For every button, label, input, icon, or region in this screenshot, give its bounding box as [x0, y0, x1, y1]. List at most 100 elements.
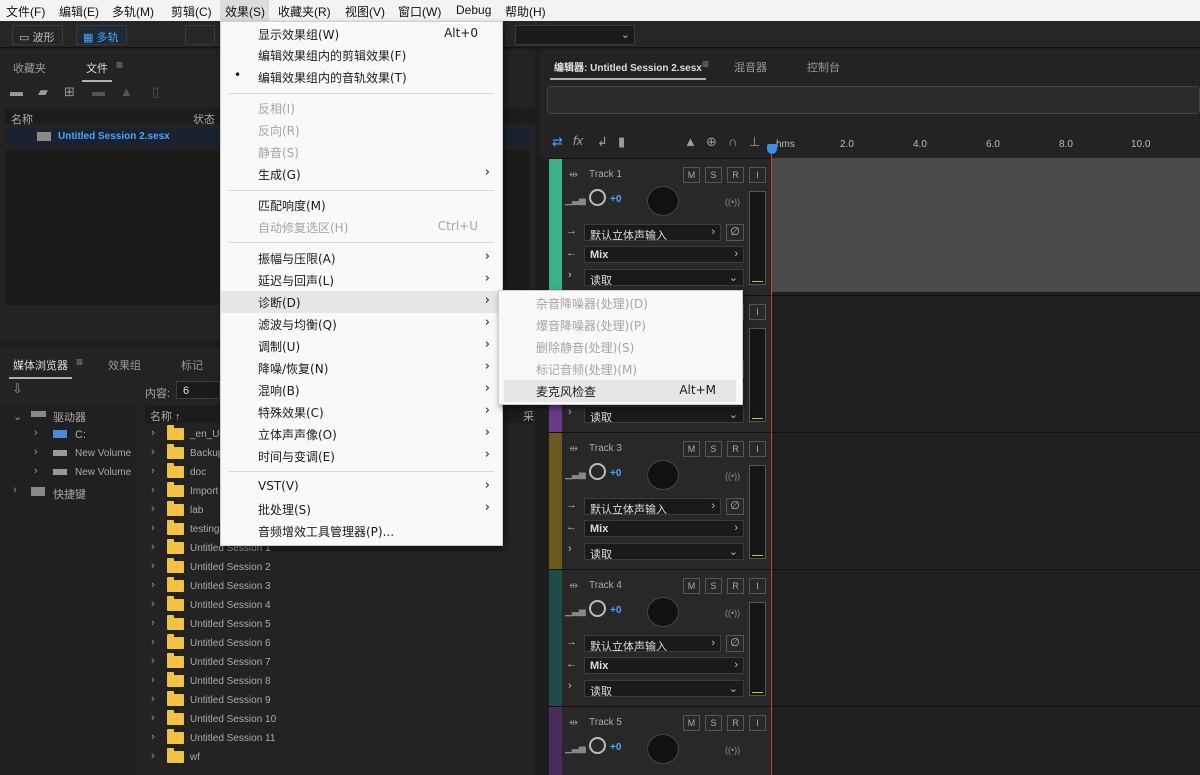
chevron-right-icon[interactable]: ›	[568, 269, 572, 281]
list-item[interactable]: › Untitled Session 9	[145, 691, 533, 710]
list-item[interactable]: › Untitled Session 5	[145, 615, 533, 634]
chevron-right-icon[interactable]: ›	[151, 541, 155, 553]
menu-help[interactable]: 帮助(H)	[505, 3, 546, 20]
drive-c[interactable]: C:	[75, 429, 86, 441]
menu-window[interactable]: 窗口(W)	[398, 3, 441, 20]
volume-knob[interactable]	[589, 600, 606, 617]
open-folder-icon[interactable]: ▬	[10, 84, 23, 99]
track-header[interactable]: ⇹ Track 5 M S R I ▁▃▅ +0 ((•))	[549, 706, 771, 775]
track-m-button[interactable]: M	[683, 578, 700, 594]
playhead-handle[interactable]	[767, 144, 777, 154]
chevron-right-icon[interactable]: ›	[151, 503, 155, 515]
tab-markers[interactable]: 标记	[181, 357, 203, 373]
shortcuts-label[interactable]: 快捷键	[53, 486, 86, 502]
track-i-button[interactable]: I	[749, 578, 766, 594]
effects-menu-item[interactable]: 调制(U) ›	[221, 335, 502, 357]
menu-clip[interactable]: 剪辑(C)	[171, 3, 212, 20]
effects-menu-item[interactable]: 降噪/恢复(N) ›	[221, 357, 502, 379]
tab-files[interactable]: 文件	[82, 60, 112, 82]
chevron-right-icon[interactable]: ›	[151, 579, 155, 591]
effects-menu-item[interactable]: VST(V) ›	[221, 476, 502, 498]
track-name[interactable]: Track 1	[589, 169, 622, 180]
output-select[interactable]: Mix›	[584, 246, 744, 263]
record-arm-icon[interactable]: ∅	[726, 224, 744, 241]
download-icon[interactable]: ⇩	[12, 381, 23, 397]
chevron-right-icon[interactable]: ›	[568, 406, 572, 418]
track-i-button[interactable]: I	[749, 441, 766, 457]
effects-menu-item[interactable]: 生成(G) ›	[221, 163, 502, 185]
effects-menu-item[interactable]: 编辑效果组内的音轨效果(T) •	[221, 66, 502, 88]
track-s-button[interactable]: S	[705, 715, 722, 731]
track-m-button[interactable]: M	[683, 167, 700, 183]
track-header[interactable]: ⇹ Track 4 M S R I ▁▃▅ +0 ((•)) → 默认立体声输入 › ∅ ← Mix › › 读取…	[549, 569, 771, 706]
tab-effects-rack[interactable]: 效果组	[108, 357, 141, 373]
menu-favorites[interactable]: 收藏夹(R)	[278, 3, 331, 20]
headphones-icon[interactable]: ∩	[728, 134, 737, 149]
chevron-right-icon[interactable]: ›	[151, 731, 155, 743]
track-r-button[interactable]: R	[727, 441, 744, 457]
track-header[interactable]: ⇹ Track 3 M S R I ▁▃▅ +0 ((•)) → 默认立体声输入 › ∅ ← Mix › › 读取…	[549, 432, 771, 569]
list-item[interactable]: › Untitled Session 2	[145, 558, 533, 577]
effects-menu-item[interactable]: 诊断(D) ›	[221, 291, 502, 313]
multitrack-view-button[interactable]: ▦ 多轨	[76, 25, 128, 45]
chevron-down-icon[interactable]: ⌄	[13, 410, 22, 423]
track-i-button[interactable]: I	[749, 304, 766, 320]
track-s-button[interactable]: S	[705, 578, 722, 594]
chevron-right-icon[interactable]: ›	[151, 484, 155, 496]
menu-file[interactable]: 文件(F)	[6, 3, 45, 20]
track-header[interactable]: ⇹ Track 1 M S R I ▁▃▅ +0 ((•)) → 默认立体声输入 › ∅ ← Mix › › 读取…	[549, 158, 771, 295]
automation-mode-select[interactable]: 读取 ⌄	[584, 269, 744, 287]
list-item[interactable]: › Untitled Session 7	[145, 653, 533, 672]
track-r-button[interactable]: R	[727, 578, 744, 594]
chevron-right-icon[interactable]: ›	[151, 560, 155, 572]
automation-mode-select[interactable]: 读取 ⌄	[584, 680, 744, 698]
chevron-right-icon[interactable]: ›	[151, 446, 155, 458]
menu-view[interactable]: 视图(V)	[345, 3, 385, 20]
track-s-button[interactable]: S	[705, 167, 722, 183]
chevron-right-icon[interactable]: ›	[151, 427, 155, 439]
mic-check-item[interactable]: 麦克风检查 Alt+M	[504, 380, 736, 402]
track-r-button[interactable]: R	[727, 715, 744, 731]
effects-menu-item[interactable]: 编辑效果组内的剪辑效果(F)	[221, 44, 502, 66]
toolbar-tool-button[interactable]	[185, 25, 215, 45]
time-ruler[interactable]: hms 2.0 4.0 6.0 8.0 10.0	[772, 137, 1200, 157]
effects-menu-item[interactable]: 滤波与均衡(Q) ›	[221, 313, 502, 335]
output-select[interactable]: Mix›	[584, 520, 744, 537]
chevron-right-icon[interactable]: ›	[568, 543, 572, 555]
move-handle-icon[interactable]: ⇹	[569, 716, 578, 729]
track-m-button[interactable]: M	[683, 441, 700, 457]
menu-multitrack[interactable]: 多轨(M)	[112, 3, 154, 20]
chevron-right-icon[interactable]: ›	[151, 655, 155, 667]
effects-menu-item[interactable]: 振幅与压限(A) ›	[221, 247, 502, 269]
tab-editor[interactable]: 编辑器: Untitled Session 2.sesx	[550, 59, 706, 80]
track1-selection[interactable]	[772, 158, 1200, 292]
col-name[interactable]: 名称	[11, 111, 33, 127]
move-handle-icon[interactable]: ⇹	[569, 168, 578, 181]
menu-edit[interactable]: 编辑(E)	[59, 3, 99, 20]
eq-icon[interactable]: ▮	[618, 134, 625, 150]
chevron-right-icon[interactable]: ›	[151, 522, 155, 534]
col-status[interactable]: 状态	[193, 111, 215, 127]
track-m-button[interactable]: M	[683, 715, 700, 731]
pan-knob[interactable]	[647, 597, 679, 627]
track-name[interactable]: Track 4	[589, 580, 622, 591]
volume-1[interactable]: New Volume	[75, 448, 131, 459]
chevron-right-icon[interactable]: ›	[151, 598, 155, 610]
tab-favorites[interactable]: 收藏夹	[13, 60, 46, 76]
output-select[interactable]: Mix›	[584, 657, 744, 674]
chevron-right-icon[interactable]: ›	[34, 465, 38, 477]
input-select[interactable]: 默认立体声输入›	[584, 635, 721, 653]
overview-bar[interactable]	[547, 86, 1200, 114]
tab-media-browser[interactable]: 媒体浏览器	[9, 357, 72, 379]
list-item[interactable]: › Untitled Session 4	[145, 596, 533, 615]
effects-menu-item[interactable]: 特殊效果(C) ›	[221, 401, 502, 423]
chevron-right-icon[interactable]: ›	[34, 427, 38, 439]
list-item[interactable]: › Untitled Session 8	[145, 672, 533, 691]
panel-menu-icon[interactable]: ≡	[116, 58, 123, 72]
menu-debug[interactable]: Debug	[456, 3, 491, 17]
track-r-button[interactable]: R	[727, 167, 744, 183]
volume-2[interactable]: New Volume	[75, 467, 131, 478]
list-item[interactable]: › Untitled Session 11	[145, 729, 533, 748]
track-lane[interactable]	[772, 706, 1200, 775]
effects-menu-item[interactable]: 延迟与回声(L) ›	[221, 269, 502, 291]
